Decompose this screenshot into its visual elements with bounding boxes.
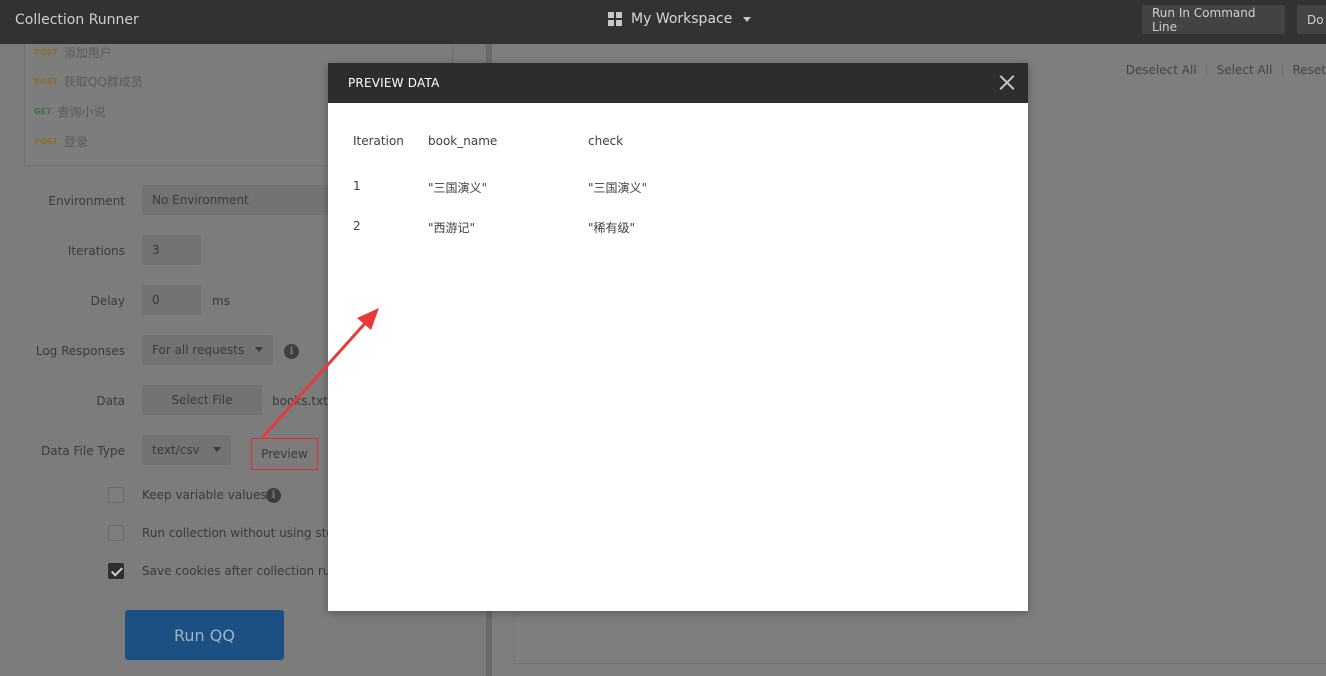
link-separator: | xyxy=(1280,63,1285,77)
request-name: 查询小说 xyxy=(57,105,106,119)
column-header-check: check xyxy=(588,134,624,148)
log-responses-select[interactable]: For all requests xyxy=(142,335,273,365)
table-cell: 1 xyxy=(353,179,361,193)
column-header-iteration: Iteration xyxy=(353,134,404,148)
deselect-all-link[interactable]: Deselect All xyxy=(1126,63,1197,77)
grid-icon xyxy=(608,12,622,26)
link-separator: | xyxy=(1204,63,1209,77)
info-icon[interactable]: i xyxy=(266,488,281,503)
request-name: 添加用户 xyxy=(63,46,112,60)
data-file-name: books.txt xyxy=(272,394,328,408)
request-item[interactable]: GET 查询小说 xyxy=(34,103,106,120)
environment-label: Environment xyxy=(48,194,125,208)
iterations-input[interactable]: 3 xyxy=(142,235,201,265)
app-header: Collection Runner My Workspace Run In Co… xyxy=(0,0,1326,44)
request-item[interactable]: POST 登录 xyxy=(34,133,88,150)
delay-label: Delay xyxy=(90,294,125,308)
request-item[interactable]: POST 添加用户 xyxy=(34,44,112,61)
workspace-switcher[interactable]: My Workspace xyxy=(608,11,752,27)
select-file-button[interactable]: Select File xyxy=(142,385,262,415)
close-icon[interactable] xyxy=(999,74,1016,91)
chevron-down-icon xyxy=(255,347,263,352)
table-cell: 2 xyxy=(353,219,361,233)
info-icon[interactable]: i xyxy=(284,344,299,359)
data-file-type-select[interactable]: text/csv xyxy=(142,435,231,465)
column-header-book-name: book_name xyxy=(428,134,498,148)
workspace-label: My Workspace xyxy=(631,11,733,27)
request-name: 获取QQ群成员 xyxy=(63,75,143,89)
method-badge: POST xyxy=(34,48,58,57)
method-badge: POST xyxy=(34,77,58,86)
request-name: 登录 xyxy=(63,135,88,149)
select-all-link[interactable]: Select All xyxy=(1217,63,1273,77)
keep-variable-values-checkbox[interactable] xyxy=(108,487,124,503)
data-label: Data xyxy=(96,394,125,408)
keep-variable-values-label: Keep variable values xyxy=(142,488,267,502)
modal-title: PREVIEW DATA xyxy=(348,76,440,90)
table-cell: "三国演义" xyxy=(588,181,648,195)
table-cell: "三国演义" xyxy=(428,181,488,195)
log-responses-label: Log Responses xyxy=(35,344,125,358)
table-cell: "西游记" xyxy=(428,221,476,235)
method-badge: POST xyxy=(34,137,58,146)
chevron-down-icon xyxy=(743,16,752,22)
delay-input[interactable]: 0 xyxy=(142,285,201,315)
chevron-down-icon xyxy=(213,447,221,452)
save-cookies-label: Save cookies after collection run xyxy=(142,564,339,578)
modal-header: PREVIEW DATA xyxy=(328,63,1028,103)
log-responses-value: For all requests xyxy=(152,343,245,357)
environment-select[interactable]: No Environment xyxy=(142,185,332,215)
reset-link[interactable]: Reset xyxy=(1292,63,1326,77)
table-cell: "稀有级" xyxy=(588,221,636,235)
data-file-type-value: text/csv xyxy=(152,443,200,457)
save-cookies-checkbox[interactable] xyxy=(108,563,124,579)
preview-button[interactable]: Preview xyxy=(251,438,318,470)
iterations-label: Iterations xyxy=(67,244,125,258)
run-without-cookies-checkbox[interactable] xyxy=(108,525,124,541)
method-badge: GET xyxy=(34,107,52,116)
docs-button[interactable]: Do xyxy=(1297,5,1326,34)
data-file-type-label: Data File Type xyxy=(41,444,125,458)
app-title: Collection Runner xyxy=(15,12,139,28)
delay-unit: ms xyxy=(212,294,230,308)
run-in-command-line-button[interactable]: Run In Command Line xyxy=(1142,5,1285,34)
selection-links: Deselect All | Select All | Reset xyxy=(1126,63,1326,77)
request-item[interactable]: POST 获取QQ群成员 xyxy=(34,73,143,90)
preview-data-modal: PREVIEW DATA Iteration book_name check 1… xyxy=(328,63,1028,611)
run-collection-button[interactable]: Run QQ xyxy=(125,610,284,660)
